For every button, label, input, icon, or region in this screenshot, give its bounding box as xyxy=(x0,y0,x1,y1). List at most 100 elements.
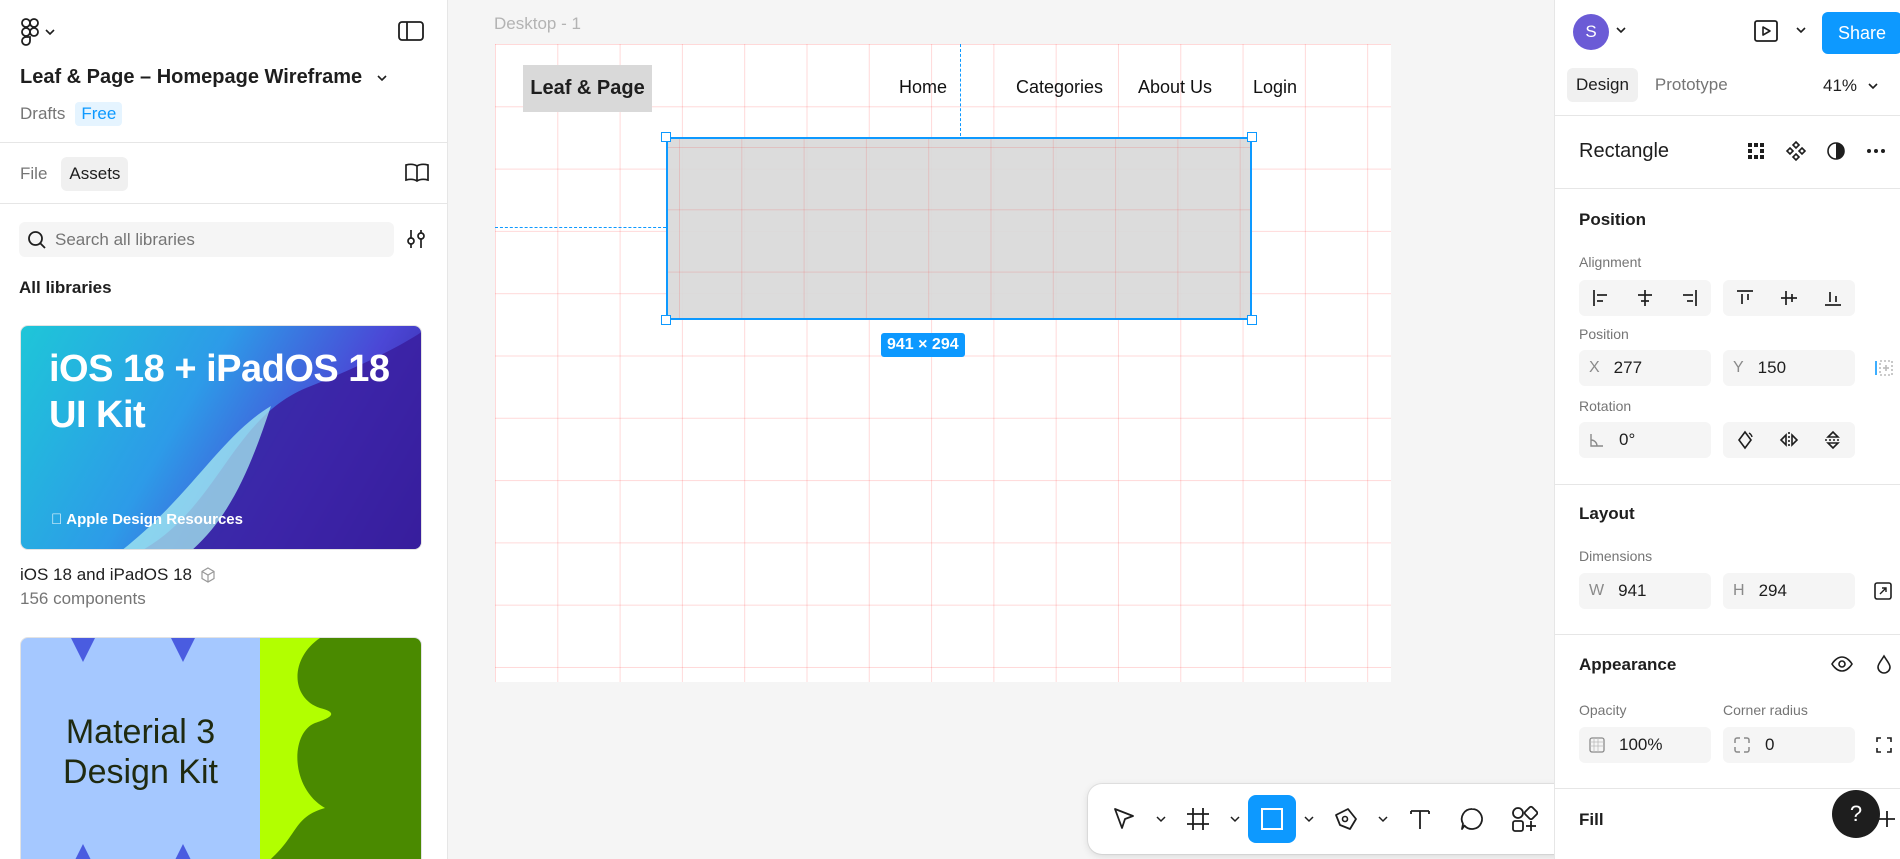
corner-radius-field[interactable] xyxy=(1723,727,1855,763)
mask-icon[interactable] xyxy=(1825,140,1847,162)
m3-thumbnail-green xyxy=(260,638,421,859)
chevron-down-icon xyxy=(45,29,55,36)
library-button[interactable] xyxy=(404,162,430,187)
actions-tool[interactable] xyxy=(1500,795,1548,843)
add-fill-button[interactable] xyxy=(1877,809,1897,832)
resize-corner-icon xyxy=(1874,582,1892,600)
avatar[interactable]: S xyxy=(1573,14,1609,50)
visibility-button[interactable] xyxy=(1831,655,1853,676)
plan-badge[interactable]: Free xyxy=(75,102,123,126)
text-tool[interactable] xyxy=(1396,795,1444,843)
main-menu-button[interactable] xyxy=(20,18,56,46)
chevron-down-icon xyxy=(1230,816,1240,823)
tab-design[interactable]: Design xyxy=(1567,68,1638,102)
align-center-button[interactable] xyxy=(1623,280,1667,316)
chevron-down-icon xyxy=(1868,83,1878,90)
independent-corners-button[interactable] xyxy=(1875,736,1893,757)
help-button[interactable]: ? xyxy=(1832,790,1880,838)
height-field[interactable]: H xyxy=(1723,573,1855,609)
toggle-sidebar-button[interactable] xyxy=(398,18,424,44)
align-bottom-button[interactable] xyxy=(1811,280,1855,316)
file-title-button[interactable]: Leaf & Page – Homepage Wireframe xyxy=(20,66,388,89)
component-icon[interactable] xyxy=(1785,140,1807,162)
y-input[interactable] xyxy=(1757,358,1838,378)
frame-desktop-1[interactable]: Leaf & Page Home Categories About Us Log… xyxy=(495,44,1391,682)
align-top-icon xyxy=(1737,290,1753,304)
alignment-label: Alignment xyxy=(1579,254,1642,270)
library-card-ios[interactable]: iOS 18 + iPadOS 18 UI Kit  Apple Design… xyxy=(20,325,422,550)
pen-tool[interactable] xyxy=(1322,795,1370,843)
opacity-field[interactable] xyxy=(1579,727,1711,763)
library-card-material3[interactable]: Material 3 Design Kit xyxy=(20,637,422,859)
rotation-label: Rotation xyxy=(1579,398,1632,414)
constraints-button[interactable] xyxy=(1873,358,1893,381)
blend-mode-button[interactable] xyxy=(1875,654,1893,677)
frame-tool-menu[interactable] xyxy=(1226,795,1244,843)
constrain-proportions-button[interactable] xyxy=(1873,581,1893,604)
share-button[interactable]: Share xyxy=(1822,12,1900,54)
wireframe-nav-about[interactable]: About Us xyxy=(1138,77,1212,98)
wireframe-brand-box[interactable]: Leaf & Page xyxy=(523,65,652,112)
shape-tool-menu[interactable] xyxy=(1300,795,1318,843)
shapes-plus-icon xyxy=(1512,805,1538,832)
zoom-level: 41% xyxy=(1823,76,1858,95)
align-top-button[interactable] xyxy=(1723,280,1767,316)
wireframe-nav-categories[interactable]: Categories xyxy=(1016,77,1103,98)
drafts-link[interactable]: Drafts xyxy=(20,104,65,124)
x-input[interactable] xyxy=(1613,358,1694,378)
rectangle-tool[interactable] xyxy=(1248,795,1296,843)
library-search[interactable] xyxy=(19,222,394,257)
horizontal-alignment-group xyxy=(1579,280,1711,316)
resize-handle-bottom-right[interactable] xyxy=(1247,315,1257,325)
x-field[interactable]: X xyxy=(1579,350,1711,386)
flip-horizontal-button[interactable] xyxy=(1767,422,1811,458)
rotation-input[interactable] xyxy=(1619,430,1699,450)
y-field[interactable]: Y xyxy=(1723,350,1855,386)
canvas[interactable]: Desktop - 1 Leaf & Page Home Categories … xyxy=(449,0,1554,859)
comment-tool[interactable] xyxy=(1448,795,1496,843)
left-sidebar: Leaf & Page – Homepage Wireframe Drafts … xyxy=(0,0,448,859)
height-input[interactable] xyxy=(1758,581,1839,601)
frame-label[interactable]: Desktop - 1 xyxy=(494,14,581,34)
present-button[interactable] xyxy=(1753,18,1779,47)
width-field[interactable]: W xyxy=(1579,573,1711,609)
resize-handle-top-right[interactable] xyxy=(1247,132,1257,142)
flip-vertical-button[interactable] xyxy=(1811,422,1855,458)
grid-dots-icon[interactable] xyxy=(1745,140,1767,162)
file-meta: Drafts Free xyxy=(20,102,123,126)
more-horizontal-icon[interactable] xyxy=(1865,140,1887,162)
opacity-input[interactable] xyxy=(1619,735,1699,755)
divider xyxy=(1555,788,1900,789)
rotation-field[interactable] xyxy=(1579,422,1711,458)
align-middle-button[interactable] xyxy=(1767,280,1811,316)
tab-prototype[interactable]: Prototype xyxy=(1646,68,1737,102)
avatar-menu-button[interactable] xyxy=(1615,24,1627,39)
resize-handle-bottom-left[interactable] xyxy=(661,315,671,325)
pen-tool-menu[interactable] xyxy=(1374,795,1392,843)
tab-assets[interactable]: Assets xyxy=(61,157,129,191)
fill-section-title: Fill xyxy=(1579,810,1604,829)
layer-actions xyxy=(1745,140,1887,162)
move-tool-menu[interactable] xyxy=(1152,795,1170,843)
wireframe-nav-home[interactable]: Home xyxy=(899,77,947,98)
search-icon xyxy=(28,230,46,249)
align-horizontal-center-icon xyxy=(1638,290,1652,306)
frame-hash-icon xyxy=(1187,808,1209,830)
rotate-90-button[interactable] xyxy=(1723,422,1767,458)
resize-handle-top-left[interactable] xyxy=(661,132,671,142)
width-input[interactable] xyxy=(1618,581,1699,601)
filter-button[interactable] xyxy=(405,228,427,253)
selected-rectangle[interactable] xyxy=(666,137,1252,320)
tab-file[interactable]: File xyxy=(12,157,55,191)
frame-tool[interactable] xyxy=(1174,795,1222,843)
search-input[interactable] xyxy=(55,229,375,250)
align-right-button[interactable] xyxy=(1667,280,1711,316)
corner-radius-input[interactable] xyxy=(1765,735,1845,755)
zoom-control[interactable]: 41% xyxy=(1823,76,1879,96)
present-menu-button[interactable] xyxy=(1795,24,1807,39)
chevron-down-icon xyxy=(1304,816,1314,823)
align-left-button[interactable] xyxy=(1579,280,1623,316)
right-panel: S Share Design Prototype 41% Rectangle P… xyxy=(1554,0,1900,859)
move-tool[interactable] xyxy=(1100,795,1148,843)
wireframe-nav-login[interactable]: Login xyxy=(1253,77,1297,98)
